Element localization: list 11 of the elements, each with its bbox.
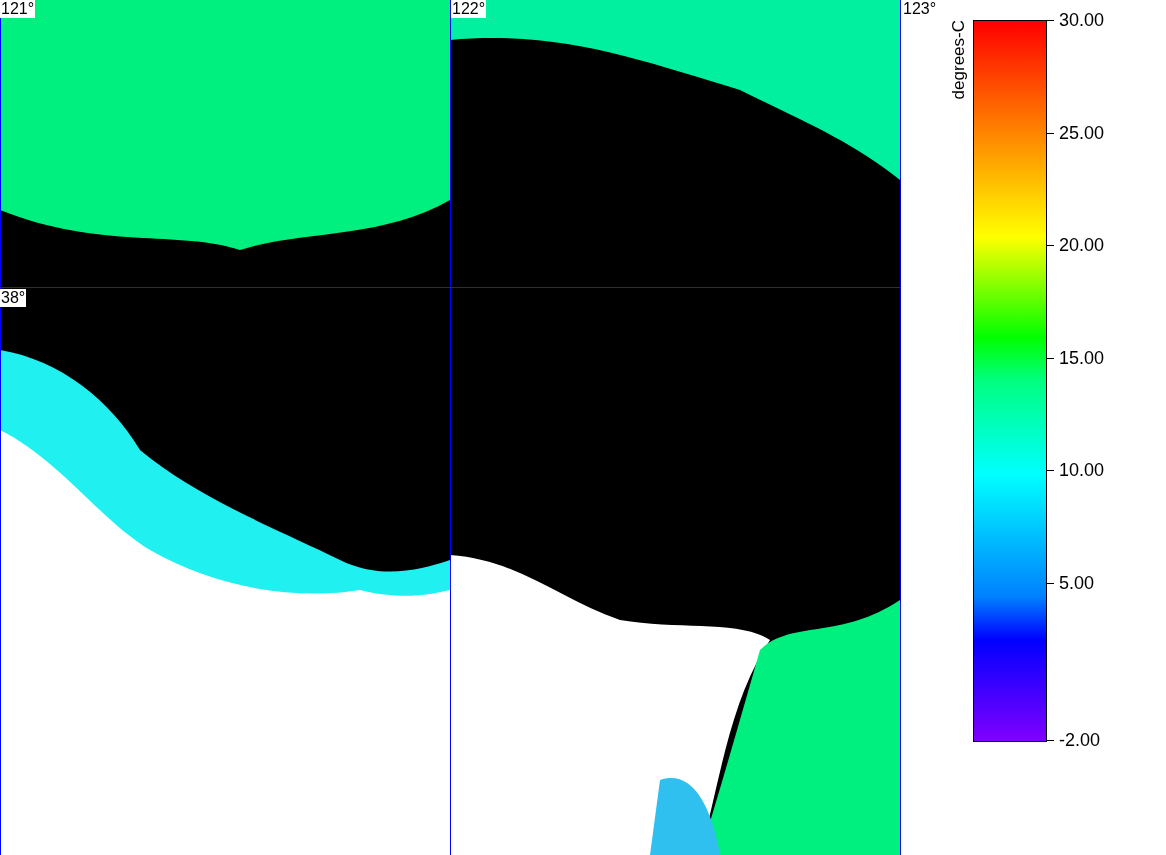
colorbar-tick-label: 30.00 (1059, 10, 1105, 30)
colorbar-tick-label: 25.00 (1059, 122, 1105, 143)
colorbar-tick-label: 15.00 (1059, 347, 1105, 368)
colorbar-unit-label: degrees-C (949, 20, 969, 100)
latitude-label: 38° (0, 289, 27, 307)
longitude-label: 121° (0, 0, 36, 18)
colorbar-tick-label: 20.00 (1059, 235, 1105, 255)
colorbar-tick-label: -2.00 (1059, 730, 1101, 750)
longitude-label: 122° (451, 0, 487, 18)
colorbar-tick-label: 5.00 (1059, 572, 1095, 593)
colorbar-tick-label: 10.00 (1059, 460, 1105, 480)
